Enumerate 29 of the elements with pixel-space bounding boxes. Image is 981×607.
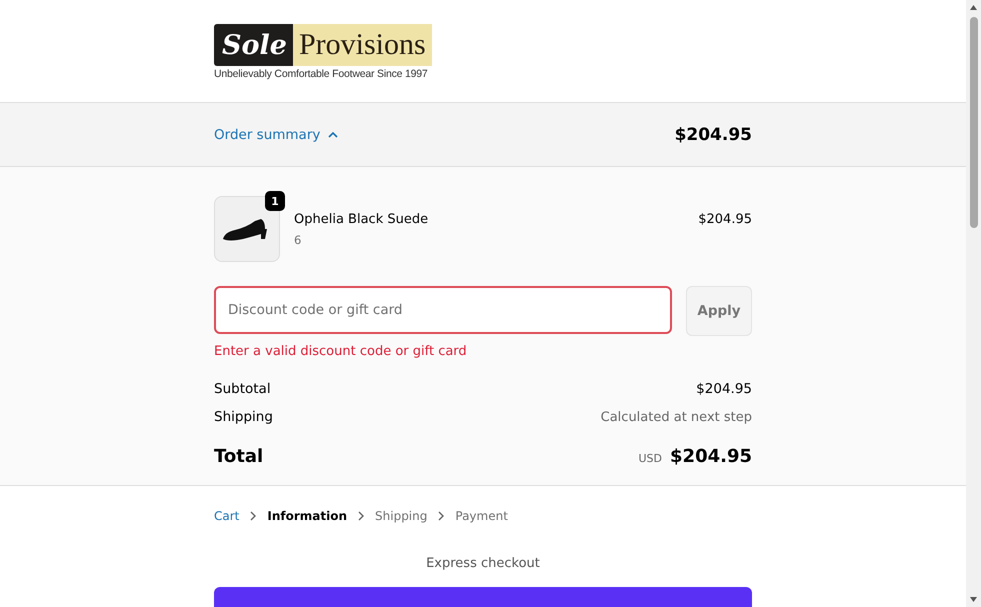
total-label: Total — [214, 446, 264, 467]
summary-total: $204.95 — [674, 124, 752, 144]
total-value: Calculated at next step — [600, 410, 752, 425]
logo-word: Sole — [214, 24, 293, 66]
total-value: $204.95 — [696, 381, 752, 397]
chevron-right-icon — [250, 511, 256, 521]
scrollbar-thumb[interactable] — [970, 17, 978, 228]
product-name: Ophelia Black Suede — [294, 212, 430, 227]
scroll-down-arrow-icon[interactable] — [970, 597, 977, 602]
breadcrumb-step: Payment — [455, 509, 508, 523]
error-message: Enter a valid discount code or gift card — [214, 344, 468, 359]
caret-icon — [328, 132, 338, 138]
product-price: $204.95 — [698, 211, 752, 227]
express-checkout-title: Express checkout — [425, 556, 541, 571]
total-label: Subtotal — [214, 381, 271, 397]
breadcrumb-step: Shipping — [375, 509, 428, 523]
currency-code: USD — [638, 452, 662, 465]
product-variant: 6 — [294, 233, 302, 247]
breadcrumb-link[interactable]: Cart — [214, 509, 240, 523]
chevron-right-icon — [438, 511, 444, 521]
quantity-badge: 1 — [265, 191, 285, 211]
order-summary-toggle[interactable]: Order summary — [214, 126, 338, 142]
total-value: $204.95 — [670, 446, 752, 467]
logo-tagline: Unbelievably Comfortable Footwear Since 1997 — [214, 68, 429, 80]
breadcrumb-current: Information — [267, 509, 348, 523]
logo-word: Provisions — [292, 24, 432, 66]
scroll-up-arrow-icon[interactable] — [970, 5, 977, 10]
total-label: Shipping — [214, 409, 273, 425]
chevron-right-icon — [358, 511, 364, 521]
